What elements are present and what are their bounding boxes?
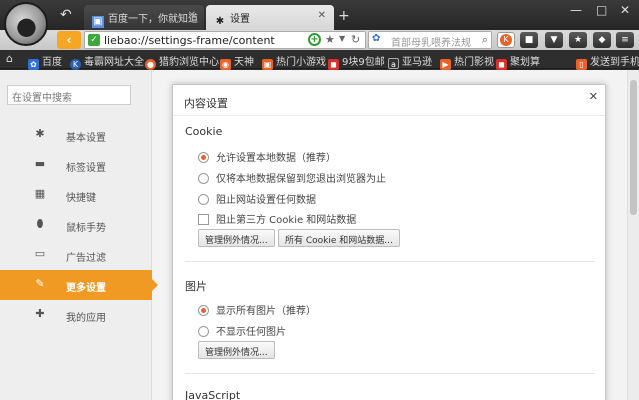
cookie-block-radio[interactable]: 阻止网站设置任何数据 xyxy=(198,191,316,206)
paw-icon[interactable]: ✿ xyxy=(372,33,380,44)
checkbox-icon[interactable] xyxy=(198,214,209,225)
close-icon[interactable]: ✕ xyxy=(589,90,598,103)
download-icon[interactable]: ▼ xyxy=(545,32,563,48)
amazon-icon: a xyxy=(388,58,399,69)
content-settings-dialog: 内容设置 ✕ Cookie 允许设置本地数据（推荐） 仅将本地数据保留到您退出浏… xyxy=(172,84,606,400)
tag-icon: ◼ xyxy=(328,59,339,70)
sidebar-item-adblock[interactable]: ▭ 广告过滤 xyxy=(0,240,152,270)
search-icon[interactable]: ⌕ xyxy=(482,33,488,47)
bookmark-item[interactable]: ▶ 热门影视 xyxy=(440,53,494,70)
title-bar: ● ↶ ▣ 百度一下，你就知道 ✕ ✱ 设置 ✕ + — □ ✕ xyxy=(0,0,639,46)
settings-sidebar: 在设置中搜索 ✱ 基本设置 ▬ 标签设置 ▦ 快捷键 ⬮ 鼠标手势 ▭ 广告过滤… xyxy=(0,70,158,400)
sidebar-item-more[interactable]: ✎ 更多设置 xyxy=(0,270,158,300)
paw-icon: ✿ xyxy=(28,59,39,70)
scrollbar-thumb[interactable] xyxy=(630,80,637,215)
menu-icon[interactable]: ≡ xyxy=(616,32,634,48)
liebao-logo[interactable]: ● xyxy=(4,2,48,46)
check-icon: ✓ xyxy=(88,34,100,46)
star-icon[interactable]: ★ xyxy=(569,32,587,48)
divider xyxy=(185,373,595,374)
bookmark-item[interactable]: K 毒霸网址大全 xyxy=(70,53,144,70)
section-title-images: 图片 xyxy=(185,280,207,293)
new-tab-button[interactable]: + xyxy=(338,8,350,24)
address-bar[interactable]: ✓ liebao://settings-frame/content + ★ ▼ … xyxy=(84,31,366,49)
mouse-icon: ⬮ xyxy=(36,217,44,230)
bookmarks-bar: ⌂ ✿ 百度 K 毒霸网址大全 ● 猎豹浏览中心 ◉ 天神 ▣ 热门小游戏 ◼ 9块9包邮 … xyxy=(0,50,639,70)
tab-label: 设置 xyxy=(230,14,250,25)
game-icon: ▣ xyxy=(262,59,273,70)
minimize-button[interactable]: — xyxy=(570,3,582,17)
k-icon: K xyxy=(70,59,81,70)
images-show-radio[interactable]: 显示所有图片（推荐） xyxy=(198,302,316,317)
tag-icon: ◼ xyxy=(496,59,507,70)
images-exceptions-button[interactable]: 管理例外情况... xyxy=(198,341,275,359)
section-title-cookie: Cookie xyxy=(185,125,223,138)
radio-icon[interactable] xyxy=(198,173,209,184)
block-third-party-checkbox[interactable]: 阻止第三方 Cookie 和网站数据 xyxy=(198,211,356,226)
all-cookies-button[interactable]: 所有 Cookie 和网站数据... xyxy=(278,229,400,247)
dialog-title: 内容设置 xyxy=(184,97,228,110)
gamepad-icon[interactable]: ◆ xyxy=(593,32,611,48)
window-icon: ▭ xyxy=(34,247,46,260)
tab-baidu[interactable]: ▣ 百度一下，你就知道 ✕ xyxy=(84,5,204,30)
cookie-session-radio[interactable]: 仅将本地数据保留到您退出浏览器为止 xyxy=(198,170,386,185)
sidebar-item-shortcuts[interactable]: ▦ 快捷键 xyxy=(0,180,152,210)
images-hide-radio[interactable]: 不显示任何图片 xyxy=(198,323,286,338)
film-icon: ▶ xyxy=(440,59,451,70)
lock-icon[interactable]: ■ xyxy=(520,32,538,48)
settings-search-input[interactable]: 在设置中搜索 xyxy=(7,85,131,105)
wrench-icon: ✎ xyxy=(35,277,45,290)
sidebar-item-basic[interactable]: ✱ 基本设置 xyxy=(0,120,152,150)
page-scrollbar[interactable] xyxy=(627,70,639,400)
close-icon[interactable]: ✕ xyxy=(318,10,326,21)
phone-icon: ▯ xyxy=(576,59,587,70)
maximize-button[interactable]: □ xyxy=(596,3,607,17)
close-window-button[interactable]: ✕ xyxy=(620,3,630,17)
star-icon[interactable]: ★ xyxy=(325,33,335,46)
sidebar-item-apps[interactable]: ✚ 我的应用 xyxy=(0,300,152,330)
cookie-allow-radio[interactable]: 允许设置本地数据（推荐） xyxy=(198,149,336,164)
plus-circle-icon[interactable]: + xyxy=(308,33,321,46)
bookmark-item[interactable]: ◼ 9块9包邮 xyxy=(328,53,385,70)
bookmark-item[interactable]: a 亚马逊 xyxy=(388,53,432,69)
bookmark-item[interactable]: ◼ 聚划算 xyxy=(496,53,540,70)
bookmark-item[interactable]: ▣ 热门小游戏 xyxy=(262,53,326,70)
tab-label: 百度一下，你就知道 xyxy=(108,14,198,25)
url-text[interactable]: liebao://settings-frame/content xyxy=(104,34,275,47)
radio-icon[interactable] xyxy=(198,326,209,337)
bookmark-item[interactable]: ✿ 百度 xyxy=(28,53,62,70)
close-icon[interactable]: ✕ xyxy=(188,10,196,21)
gear-icon: ✱ xyxy=(215,16,225,27)
radio-icon[interactable] xyxy=(198,194,209,205)
god-icon: ◉ xyxy=(220,59,231,70)
keyboard-icon: ▦ xyxy=(34,187,46,200)
tab-history-back-icon[interactable]: ↶ xyxy=(60,7,72,23)
bookmark-item[interactable]: ● 猎豹浏览中心 xyxy=(145,53,219,70)
search-bar[interactable]: ✿ 首部母乳喂养法规 ⌕ xyxy=(368,31,492,49)
section-title-javascript: JavaScript xyxy=(185,389,241,400)
settings-page: 在设置中搜索 ✱ 基本设置 ▬ 标签设置 ▦ 快捷键 ⬮ 鼠标手势 ▭ 广告过滤… xyxy=(0,70,639,400)
divider xyxy=(173,115,605,116)
sidebar-item-tabs[interactable]: ▬ 标签设置 xyxy=(0,150,152,180)
navigation-bar: ‹ ✓ liebao://settings-frame/content + ★ … xyxy=(0,30,639,50)
cookie-exceptions-button[interactable]: 管理例外情况... xyxy=(198,229,275,247)
sidebar-item-gestures[interactable]: ⬮ 鼠标手势 xyxy=(0,210,152,240)
radio-icon[interactable] xyxy=(198,152,209,163)
puzzle-icon: ✚ xyxy=(35,307,45,320)
back-button[interactable]: ‹ xyxy=(57,31,81,49)
laptop-icon: ▬ xyxy=(34,157,46,170)
divider xyxy=(185,261,595,262)
gear-icon: ✱ xyxy=(35,127,45,140)
search-input[interactable]: 首部母乳喂养法规 xyxy=(391,34,471,48)
radio-icon[interactable] xyxy=(198,305,209,316)
reload-icon[interactable]: ↻ xyxy=(351,33,360,46)
cat-icon: ● xyxy=(145,59,156,70)
bookmark-item[interactable]: ▯ 发送到手机 xyxy=(576,53,639,70)
tab-settings[interactable]: ✱ 设置 ✕ xyxy=(206,5,334,30)
page-icon: ▣ xyxy=(92,16,104,28)
bookmark-item[interactable]: ◉ 天神 xyxy=(220,53,254,70)
home-icon[interactable]: ⌂ xyxy=(6,52,13,65)
k-extension-button[interactable]: K xyxy=(497,32,515,48)
chevron-down-icon[interactable]: ▼ xyxy=(339,34,345,43)
